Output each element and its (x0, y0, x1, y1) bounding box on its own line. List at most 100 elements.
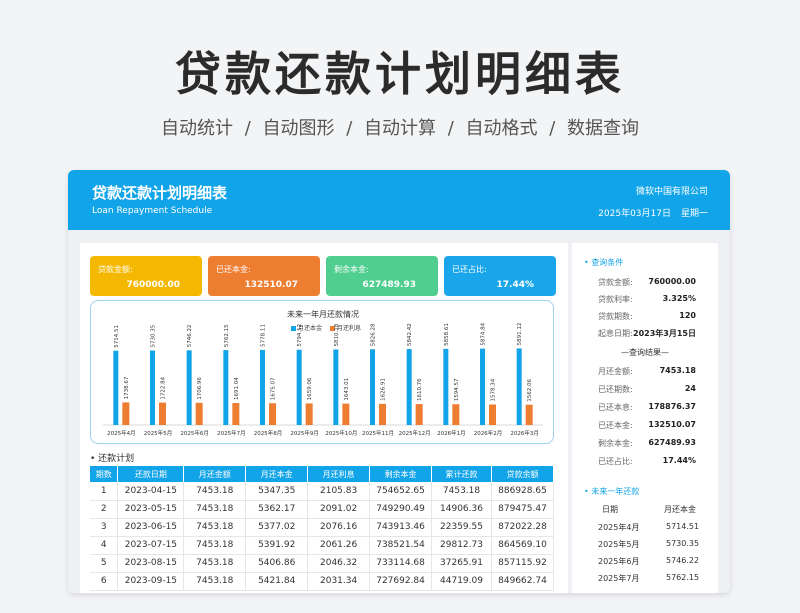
table-cell: 857115.92 (491, 554, 555, 573)
table-cell: 37265.91 (431, 554, 492, 573)
report-card: 贷款还款计划明细表 Loan Repayment Schedule 微软中国有限… (68, 170, 730, 593)
bar-interest (489, 404, 496, 425)
data-label-principal: 5714.51 (114, 325, 120, 348)
table-cell: 7453.18 (183, 500, 247, 519)
weekday-text: 星期一 (680, 209, 708, 219)
table-cell: 5 (90, 554, 119, 573)
forecast-date: 2025年6月 (598, 557, 640, 566)
kpi-value: 132510.07 (244, 280, 298, 290)
bar-interest (379, 403, 386, 425)
forecast-date: 2025年7月 (598, 574, 640, 583)
table-row: 6 2023-09-15 7453.18 5421.84 2031.34 727692.8… (90, 572, 555, 591)
date-text: 2025年03月17日 (598, 209, 671, 219)
data-label-interest: 1594.57 (454, 378, 460, 401)
report-body: 贷款金额: 760000.00 已还本金: 132510.07 剩余本金: 62… (68, 230, 730, 593)
table-cell: 849662.74 (491, 572, 555, 591)
result-label: 月还金额: (598, 367, 633, 376)
table-cell: 864569.10 (491, 536, 555, 555)
kpi-loan-amount: 贷款金额: 760000.00 (90, 256, 202, 296)
bar-principal (370, 349, 375, 425)
kpi-repaid-ratio: 已还占比: 17.44% (444, 256, 556, 296)
forecast-date: 2025年4月 (598, 523, 640, 532)
col-balance: 贷款余额 (491, 466, 555, 482)
x-tick-label: 2025年12月 (399, 429, 431, 437)
bar-interest (342, 403, 350, 425)
condition-label: 贷款利率: (598, 295, 633, 304)
data-label-principal: 5730.35 (151, 324, 157, 347)
x-tick-label: 2025年8月 (254, 429, 283, 437)
forecast-col-amount: 月还本金 (664, 505, 696, 514)
x-tick-label: 2025年4月 (107, 429, 136, 437)
table-row: 3 2023-06-15 7453.18 5377.02 2076.16 743913.4… (90, 518, 555, 537)
query-conditions-title: • 查询条件 (584, 258, 624, 267)
bar-interest (305, 403, 313, 425)
bar-principal (150, 350, 155, 425)
data-label-principal: 5891.12 (517, 323, 523, 346)
forecast-amount: 5746.22 (666, 556, 700, 565)
data-label-principal: 5778.11 (261, 324, 267, 347)
bar-principal (516, 348, 522, 425)
table-cell: 7453.18 (183, 554, 247, 573)
result-label: 已还期数: (598, 385, 633, 394)
table-cell: 2105.83 (307, 482, 371, 501)
table-cell: 4 (90, 536, 119, 555)
bar-principal (186, 350, 192, 425)
bar-interest (525, 404, 533, 425)
data-label-interest: 1626.91 (381, 378, 387, 401)
report-header: 贷款还款计划明细表 Loan Repayment Schedule 微软中国有限… (68, 170, 730, 230)
result-label: 剩余本金: (598, 439, 633, 448)
bar-interest (452, 404, 460, 425)
table-cell: 879475.47 (491, 500, 555, 519)
result-label: 已还占比: (598, 457, 633, 466)
table-cell: 22359.55 (431, 518, 492, 537)
kpi-label: 剩余本金: (334, 265, 369, 274)
chart-plot: 5714.51 1738.67 2025年4月 5730.35 1722.84 2025年… (103, 322, 543, 437)
col-date: 还款日期 (117, 466, 185, 482)
table-cell: 7453.18 (183, 572, 247, 591)
data-label-principal: 5762.15 (224, 324, 230, 347)
bar-interest (122, 402, 130, 425)
kpi-label: 已还占比: (452, 265, 487, 274)
table-cell: 1 (90, 482, 119, 501)
condition-label: 贷款金额: (598, 278, 633, 287)
schedule-section-title: • 还款计划 (90, 454, 135, 464)
table-row: 5 2023-08-15 7453.18 5406.86 2046.32 733114.6… (90, 554, 555, 573)
table-cell: 5347.35 (245, 482, 309, 501)
bar-interest (232, 403, 240, 425)
condition-value: 3.325% (662, 294, 696, 303)
table-cell: 7453.18 (183, 518, 247, 537)
result-value: 132510.07 (648, 420, 696, 429)
data-label-interest: 1643.01 (344, 378, 350, 401)
result-value: 627489.93 (648, 438, 696, 447)
x-tick-label: 2025年5月 (144, 429, 173, 437)
page-hero-subtitle: 自动统计 / 自动图形 / 自动计算 / 自动格式 / 数据查询 (160, 118, 640, 139)
kpi-label: 已还本金: (216, 265, 251, 274)
bar-principal (406, 349, 412, 425)
result-label: 已还本金: (598, 421, 633, 430)
data-label-interest: 1722.84 (161, 376, 167, 399)
table-cell: 743913.46 (369, 518, 433, 537)
result-value: 178876.37 (648, 402, 696, 411)
data-label-interest: 1738.67 (124, 376, 130, 399)
main-panel: 贷款金额: 760000.00 已还本金: 132510.07 剩余本金: 62… (80, 243, 568, 593)
table-cell: 738521.54 (369, 536, 433, 555)
table-cell: 2023-08-15 (117, 554, 185, 573)
page-hero-title: 贷款还款计划明细表 (175, 47, 625, 101)
kpi-value: 17.44% (496, 280, 535, 290)
table-row: 4 2023-07-15 7453.18 5391.92 2061.26 738521.5… (90, 536, 555, 555)
x-tick-label: 2026年3月 (510, 429, 538, 437)
result-value: 17.44% (662, 456, 696, 465)
report-title: 贷款还款计划明细表 (92, 184, 228, 202)
table-row: 1 2023-04-15 7453.18 5347.35 2105.83 754652.6… (90, 482, 555, 501)
table-cell: 2 (90, 500, 119, 519)
data-label-interest: 1675.07 (271, 377, 277, 400)
forecast-amount: 5714.51 (666, 522, 700, 531)
bar-interest (159, 402, 166, 425)
table-cell: 2076.16 (307, 518, 371, 537)
table-cell: 7453.18 (431, 482, 492, 501)
x-tick-label: 2026年2月 (474, 429, 503, 437)
x-tick-label: 2025年10月 (325, 429, 357, 437)
bar-interest (415, 404, 423, 425)
condition-label: 起息日期: (598, 329, 633, 338)
table-row: 2 2023-05-15 7453.18 5362.17 2091.02 749290.4… (90, 500, 555, 519)
